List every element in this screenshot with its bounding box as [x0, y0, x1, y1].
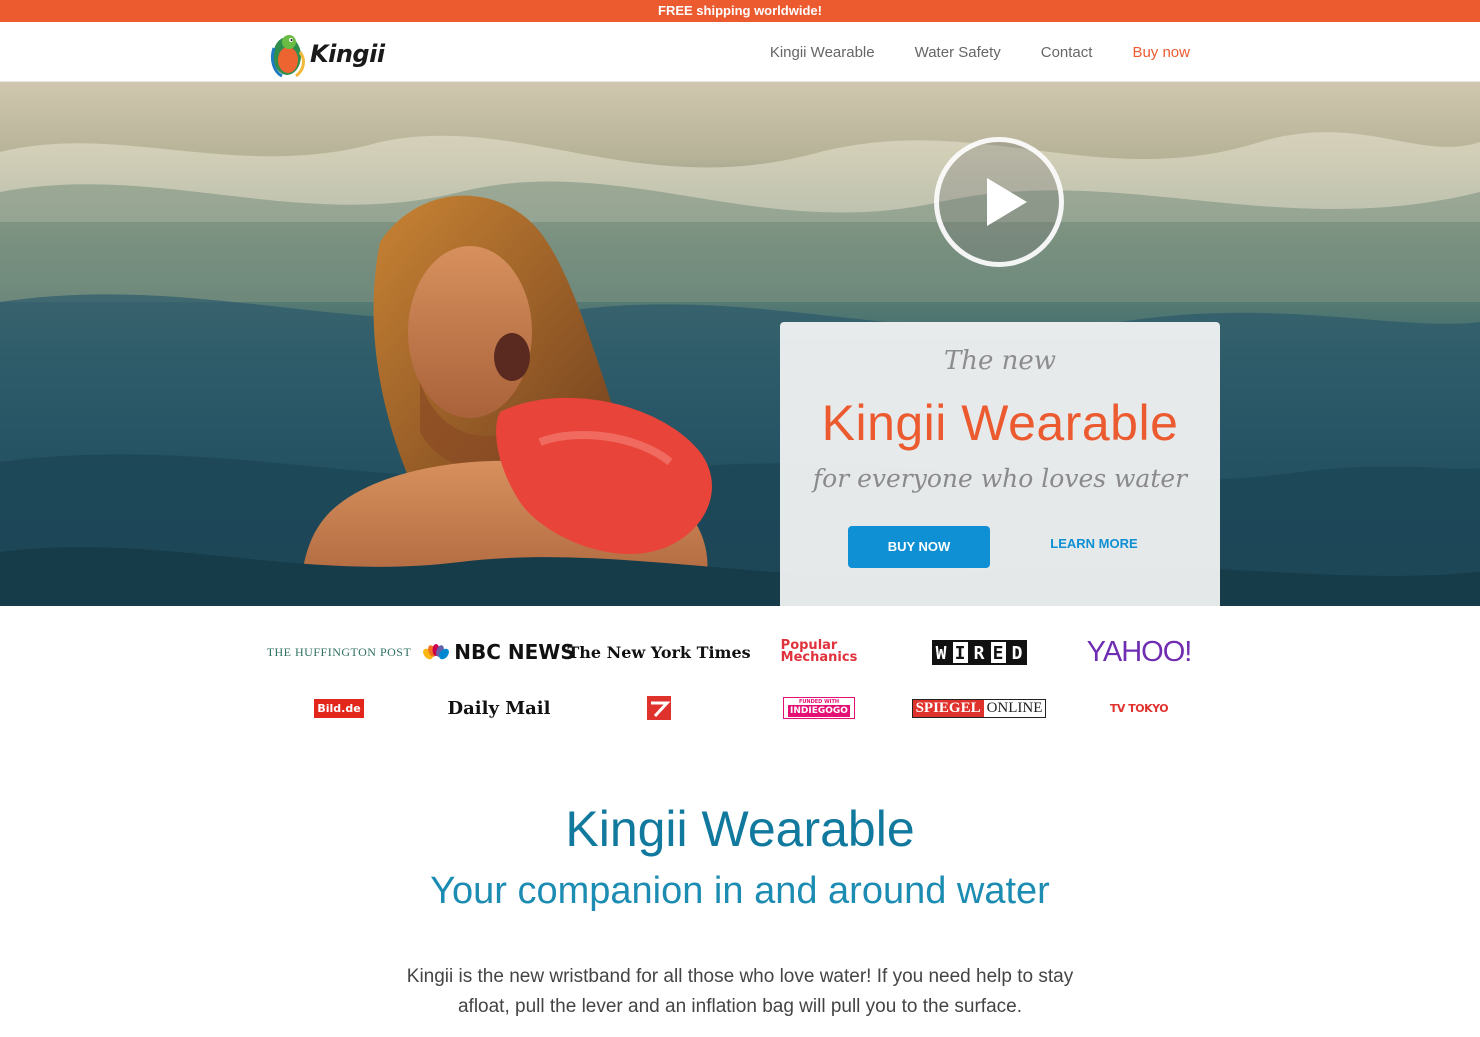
press-logo-nyt: The New York Times [567, 632, 750, 672]
popmech-logo: Popular Mechanics [780, 639, 858, 665]
hero-title: Kingii Wearable [821, 395, 1179, 451]
spiegel-text-a: SPIEGEL [912, 699, 984, 717]
bild-text: Bild.de [314, 698, 364, 718]
hero-card: The new Kingii Wearable for everyone who… [780, 322, 1220, 606]
press-logo-bild: Bild.de [264, 688, 414, 728]
press-logo-popular-mechanics: Popular Mechanics [744, 632, 894, 672]
popmech-line2: Mechanics [780, 650, 858, 665]
press-logo-huffpost: THE HUFFINGTON POST [264, 632, 414, 672]
nbc-peacock-icon [423, 644, 450, 660]
nav-link-water-safety[interactable]: Water Safety [915, 44, 1001, 61]
prosieben-icon [647, 696, 671, 720]
nav-link-kingii-wearable[interactable]: Kingii Wearable [770, 44, 875, 61]
section-subtitle: Your companion in and around water [430, 870, 1050, 912]
wired-letter: I [950, 639, 970, 665]
learn-more-link[interactable]: LEARN MORE [1042, 536, 1146, 551]
huffpost-text: THE HUFFINGTON POST [266, 644, 412, 659]
wired-letter: E [988, 639, 1008, 665]
promo-bar: FREE shipping worldwide! [0, 0, 1480, 22]
press-logo-spiegel: SPIEGEL ONLINE [904, 688, 1054, 728]
press-logo-prosieben [584, 688, 734, 728]
wired-letter: R [969, 639, 989, 665]
indiegogo-logo: FUNDED WITH INDIEGOGO [783, 697, 855, 719]
press-logo-indiegogo: FUNDED WITH INDIEGOGO [744, 688, 894, 728]
tvtokyo-text: TV TOKYO [1109, 701, 1169, 715]
promo-text: FREE shipping worldwide! [658, 3, 822, 18]
wired-letter: D [1007, 639, 1027, 665]
section-title: Kingii Wearable [565, 801, 915, 857]
yahoo-text: YAHOO! [1086, 635, 1193, 668]
logo-wordmark: Kingii [310, 40, 385, 68]
nav-links: Kingii Wearable Water Safety Contact Buy… [770, 22, 1190, 82]
press-logo-daily-mail: Daily Mail [424, 688, 574, 728]
nav-link-buy-now[interactable]: Buy now [1132, 44, 1190, 61]
wired-logo: W I R E D [931, 639, 1027, 665]
press-logos: THE HUFFINGTON POST NBC NEWS The New Yor… [260, 630, 1220, 740]
hero-banner: The new Kingii Wearable for everyone who… [0, 82, 1480, 606]
hero-background-image [0, 132, 1480, 606]
press-logo-yahoo: YAHOO! [1064, 632, 1214, 672]
buy-now-button[interactable]: BUY NOW [848, 526, 990, 568]
hero-subtitle: for everyone who loves water [812, 464, 1188, 493]
section-description: Kingii is the new wristband for all thos… [406, 966, 1074, 1017]
nbc-logo: NBC NEWS [423, 640, 575, 664]
wired-letter: W [931, 639, 951, 665]
kingii-logo[interactable]: Kingii [268, 26, 385, 78]
press-logo-nbc-news: NBC NEWS [423, 632, 575, 672]
press-logo-tv-tokyo: TV TOKYO [1064, 688, 1214, 728]
nyt-text: The New York Times [567, 642, 751, 662]
nav-link-contact[interactable]: Contact [1041, 44, 1093, 61]
indiegogo-big-text: INDIEGOGO [788, 705, 850, 717]
spiegel-logo: SPIEGEL ONLINE [911, 698, 1047, 718]
hero-kicker: The new [943, 346, 1057, 376]
dailymail-text: Daily Mail [447, 697, 551, 719]
play-video-button[interactable] [934, 137, 1064, 267]
nbc-text: NBC NEWS [454, 640, 575, 664]
kingii-logo-icon [270, 35, 305, 78]
press-logo-wired: W I R E D [904, 632, 1054, 672]
top-navigation: Kingii Kingii Wearable Water Safety Cont… [0, 22, 1480, 82]
spiegel-text-b: ONLINE [983, 699, 1046, 717]
play-icon [987, 178, 1027, 226]
